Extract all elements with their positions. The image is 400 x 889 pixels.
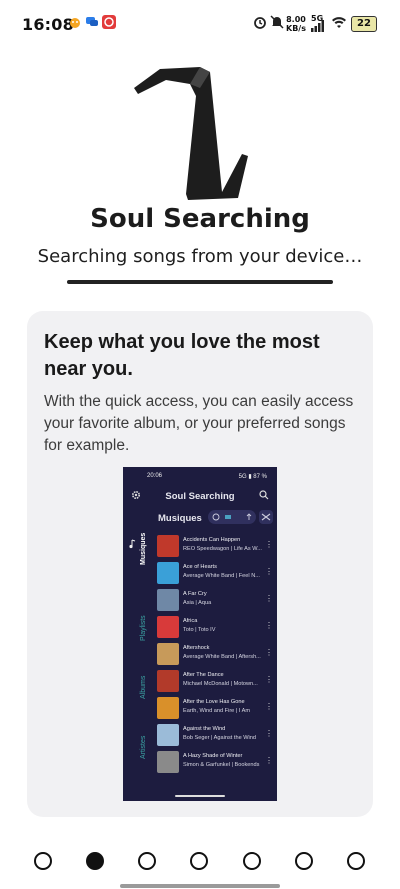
mute-icon	[270, 15, 284, 29]
preview-song-row: A Hazy Shade of Winter Simon & Garfunkel…	[157, 750, 275, 776]
preview-song-row: Accidents Can Happen REO Speedwagon | Li…	[157, 534, 275, 560]
preview-song-title: After the Love Has Gone	[183, 699, 245, 705]
saxophone-logo-icon	[134, 67, 248, 200]
preview-tab-artistes: Artistes	[140, 735, 147, 759]
app-preview-screenshot: 20:06 5G ▮ 87 % Soul Searching Musiques …	[123, 467, 277, 801]
preview-song-title: Against the Wind	[183, 726, 226, 732]
preview-sort-controls	[208, 510, 256, 524]
preview-status-right: 5G ▮ 87 %	[238, 474, 267, 480]
preview-song-row: Against the Wind Bob Seger | Against the…	[157, 723, 275, 749]
preview-more-icon: ⋮	[265, 648, 273, 657]
preview-song-subtitle: Earth, Wind and Fire | I Am	[183, 708, 251, 714]
preview-shuffle-icon	[259, 510, 273, 524]
app-title: Soul Searching	[90, 204, 310, 234]
preview-song-title: A Hazy Shade of Winter	[183, 753, 243, 759]
preview-song-subtitle: Simon & Garfunkel | Bookends	[183, 762, 260, 768]
preview-album-art	[157, 589, 179, 611]
preview-status-bar: 20:06 5G ▮ 87 %	[123, 467, 277, 485]
page-dot-2[interactable]	[86, 852, 104, 870]
preview-song-title: Africa	[183, 618, 198, 624]
preview-album-art	[157, 751, 179, 773]
preview-song-subtitle: Michael McDonald | Motown...	[183, 681, 258, 687]
preview-album-art	[157, 535, 179, 557]
chat-app-icon	[86, 17, 98, 26]
preview-more-icon: ⋮	[265, 702, 273, 711]
page-dot-6[interactable]	[295, 852, 313, 870]
page-dot-3[interactable]	[138, 852, 156, 870]
preview-search-icon	[259, 490, 269, 500]
preview-song-row: A Far Cry Asia | Aqua ⋮	[157, 588, 275, 614]
gesture-bar[interactable]	[120, 884, 280, 888]
preview-more-icon: ⋮	[265, 540, 273, 549]
preview-more-icon: ⋮	[265, 675, 273, 684]
wifi-icon	[332, 17, 346, 28]
preview-tab-musiques: Musiques	[140, 532, 147, 565]
preview-more-icon: ⋮	[265, 621, 273, 630]
preview-song-row: After the Love Has Gone Earth, Wind and …	[157, 696, 275, 722]
preview-song-subtitle: Toto | Toto IV	[183, 627, 216, 633]
page-dot-1[interactable]	[34, 852, 52, 870]
preview-side-tabs: Musiques Playlists Albums Artistes	[123, 527, 153, 801]
preview-song-title: After The Dance	[183, 672, 224, 678]
signal-icon	[311, 20, 324, 32]
page-dot-7[interactable]	[347, 852, 365, 870]
alarm-icon	[254, 17, 266, 29]
preview-music-note-icon	[129, 539, 136, 549]
preview-album-art	[157, 643, 179, 665]
preview-song-subtitle: Average White Band | Aftersh...	[183, 654, 261, 660]
preview-song-row: Africa Toto | Toto IV ⋮	[157, 615, 275, 641]
preview-song-subtitle: Bob Seger | Against the Wind	[183, 735, 256, 741]
preview-more-icon: ⋮	[265, 567, 273, 576]
preview-tab-playlists: Playlists	[140, 615, 147, 641]
page-indicator	[0, 852, 400, 872]
page-dot-4[interactable]	[190, 852, 208, 870]
preview-song-title: A Far Cry	[183, 591, 207, 597]
preview-more-icon: ⋮	[265, 729, 273, 738]
preview-tab-albums: Albums	[140, 675, 147, 699]
preview-song-title: Accidents Can Happen	[183, 537, 241, 543]
preview-album-art	[157, 697, 179, 719]
preview-arrow-up-icon	[246, 513, 252, 520]
preview-song-title: Ace of Hearts	[183, 564, 217, 570]
preview-more-icon: ⋮	[265, 756, 273, 765]
preview-song-subtitle: REO Speedwagon | Life As W...	[183, 546, 262, 552]
preview-album-art	[157, 724, 179, 746]
preview-app-title: Soul Searching	[165, 491, 235, 502]
loading-progress-bar	[67, 280, 333, 284]
preview-sort-az-icon	[225, 515, 231, 519]
card-title: Keep what you love the most near you.	[44, 331, 320, 380]
net-speed: 8.00 KB/s	[286, 15, 306, 33]
preview-song-subtitle: Asia | Aqua	[183, 600, 212, 606]
card-description: With the quick access, you can easily ac…	[44, 393, 354, 454]
preview-section-title: Musiques	[158, 513, 202, 524]
preview-clock-icon	[212, 513, 220, 521]
loading-subtitle: Searching songs from your device…	[37, 246, 363, 267]
cat-app-icon	[70, 18, 80, 28]
preview-album-art	[157, 670, 179, 692]
preview-home-indicator	[175, 795, 225, 797]
preview-song-title: Aftershock	[183, 645, 210, 651]
preview-song-row: Ace of Hearts Average White Band | Feel …	[157, 561, 275, 587]
battery-indicator: 22	[351, 16, 377, 32]
onboarding-card: Keep what you love the most near you. Wi…	[27, 311, 373, 817]
preview-album-art	[157, 616, 179, 638]
preview-album-art	[157, 562, 179, 584]
preview-song-subtitle: Average White Band | Feel N...	[183, 573, 260, 579]
preview-more-icon: ⋮	[265, 594, 273, 603]
page-dot-5[interactable]	[243, 852, 261, 870]
preview-song-row: After The Dance Michael McDonald | Motow…	[157, 669, 275, 695]
preview-song-row: Aftershock Average White Band | Aftersh.…	[157, 642, 275, 668]
status-bar: 16:08 8.00 KB/s 5G 22	[0, 0, 400, 48]
music-app-icon	[102, 15, 116, 29]
preview-status-time: 20:06	[147, 473, 163, 479]
